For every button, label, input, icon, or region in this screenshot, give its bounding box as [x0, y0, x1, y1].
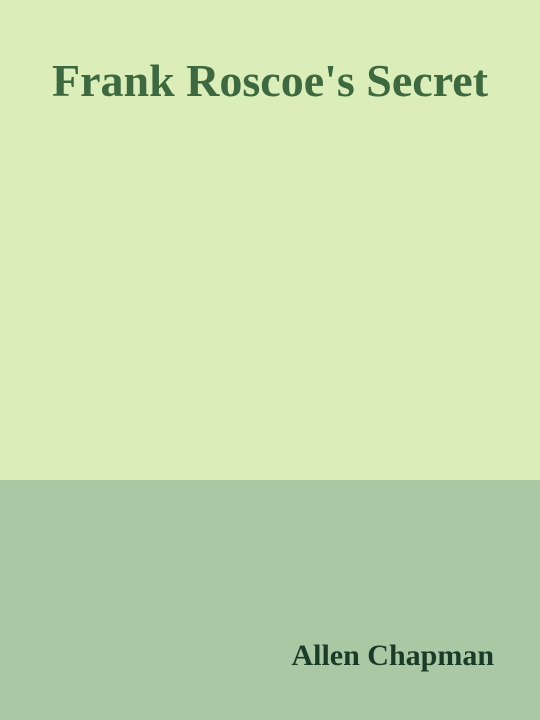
book-title: Frank Roscoe's Secret [51, 55, 489, 106]
cover-bottom-panel [0, 480, 540, 720]
book-cover: Frank Roscoe's Secret Allen Chapman [0, 0, 540, 720]
book-author: Allen Chapman [291, 639, 494, 672]
cover-top-panel: Frank Roscoe's Secret [0, 0, 540, 480]
